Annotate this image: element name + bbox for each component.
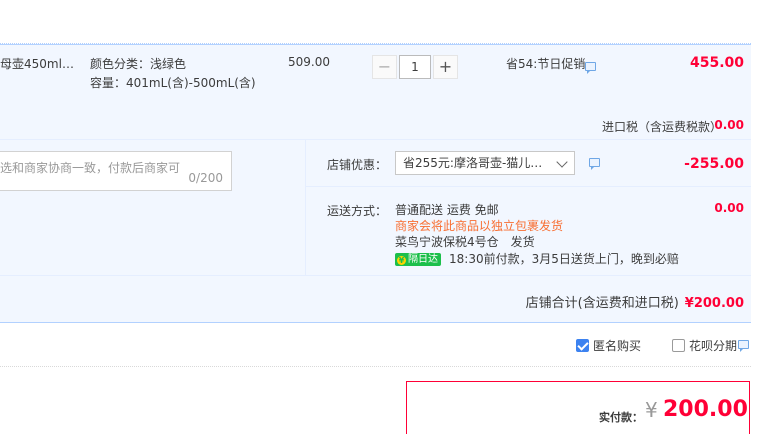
shop-discount-value: -255.00 xyxy=(684,156,744,172)
shop-discount-label: 店铺优惠： xyxy=(327,158,388,172)
import-tax-value: 0.00 xyxy=(714,118,744,132)
promotion-text: 省54:节日促销 xyxy=(506,57,586,71)
memo-placeholder: 选和商家协商一致，付款后商家可见 xyxy=(0,161,180,175)
quantity-input[interactable]: 1 xyxy=(399,55,431,79)
chevron-down-icon xyxy=(556,156,568,168)
huabei-installment-option[interactable]: 花呗分期 xyxy=(672,337,737,354)
shop-total: 店铺合计(含运费和进口税) ¥200.00 xyxy=(526,292,744,311)
anonymous-purchase-option[interactable]: 匿名购买 xyxy=(576,337,641,354)
shipping-label: 运送方式： xyxy=(327,204,388,218)
sku-color: 颜色分类：浅绿色 xyxy=(90,57,187,71)
delivery-eta-text: 18:30前付款，3月5日送货上门，晚到必赔 xyxy=(449,252,679,266)
unit-price: 509.00 xyxy=(288,55,330,69)
huabei-label: 花呗分期 xyxy=(689,339,738,353)
payment-amount: 200.00 xyxy=(663,397,748,422)
item-subtotal: 455.00 xyxy=(689,55,744,71)
anonymous-checkbox[interactable] xyxy=(576,339,589,352)
memo-char-counter: 0/200 xyxy=(188,171,223,185)
payment-summary-box: 实付款： ¥ 200.00 xyxy=(406,381,750,434)
sku-capacity: 容量：401mL(含)-500mL(含) xyxy=(90,76,256,90)
shop-coupon-select[interactable]: 省255元:摩洛哥壶-猫儿结... xyxy=(395,151,575,175)
shop-total-label: 店铺合计(含运费和进口税) xyxy=(525,296,679,311)
vertical-divider xyxy=(305,140,306,275)
delivery-eta: ¥ 隔日达 18:30前付款，3月5日送货上门，晚到必赔 xyxy=(395,250,679,267)
section-divider xyxy=(306,186,751,187)
shipping-fee: 0.00 xyxy=(714,201,744,215)
separate-package-note: 商家会将此商品以独立包裹发货 xyxy=(395,219,564,233)
product-name-link[interactable]: 母壶450ml澳... xyxy=(0,55,80,72)
chat-icon[interactable] xyxy=(589,158,600,170)
warehouse-info: 菜鸟宁波保税4号仓 发货 xyxy=(395,235,535,249)
badge-label: 隔日达 xyxy=(408,254,438,265)
anonymous-label: 匿名购买 xyxy=(593,339,642,353)
info-icon[interactable] xyxy=(738,340,749,352)
huabei-checkbox[interactable] xyxy=(672,339,685,352)
yen-icon: ¥ xyxy=(397,256,406,265)
divider xyxy=(0,366,751,367)
shipping-method: 普通配送 运费 免邮 xyxy=(395,203,499,217)
import-tax-label: 进口税（含运费税款） xyxy=(602,120,723,134)
coupon-selected-value: 省255元:摩洛哥壶-猫儿结... xyxy=(403,156,551,170)
section-divider xyxy=(0,275,751,276)
quantity-increase-button[interactable]: + xyxy=(433,55,458,79)
order-item-row: 母壶450ml澳... 颜色分类：浅绿色 容量：401mL(含)-500mL(含… xyxy=(0,44,751,139)
shop-total-value: ¥200.00 xyxy=(684,296,744,311)
next-day-badge: ¥ 隔日达 xyxy=(395,253,441,266)
buyer-memo-input[interactable]: 选和商家协商一致，付款后商家可见 0/200 xyxy=(0,151,232,191)
chat-icon[interactable] xyxy=(585,62,596,74)
quantity-stepper: − 1 + xyxy=(372,55,458,79)
quantity-decrease-button[interactable]: − xyxy=(372,55,397,79)
payment-label: 实付款： xyxy=(599,411,643,424)
currency-symbol: ¥ xyxy=(645,398,658,422)
order-details-area: 选和商家协商一致，付款后商家可见 0/200 店铺优惠： 省255元:摩洛哥壶-… xyxy=(0,139,751,323)
